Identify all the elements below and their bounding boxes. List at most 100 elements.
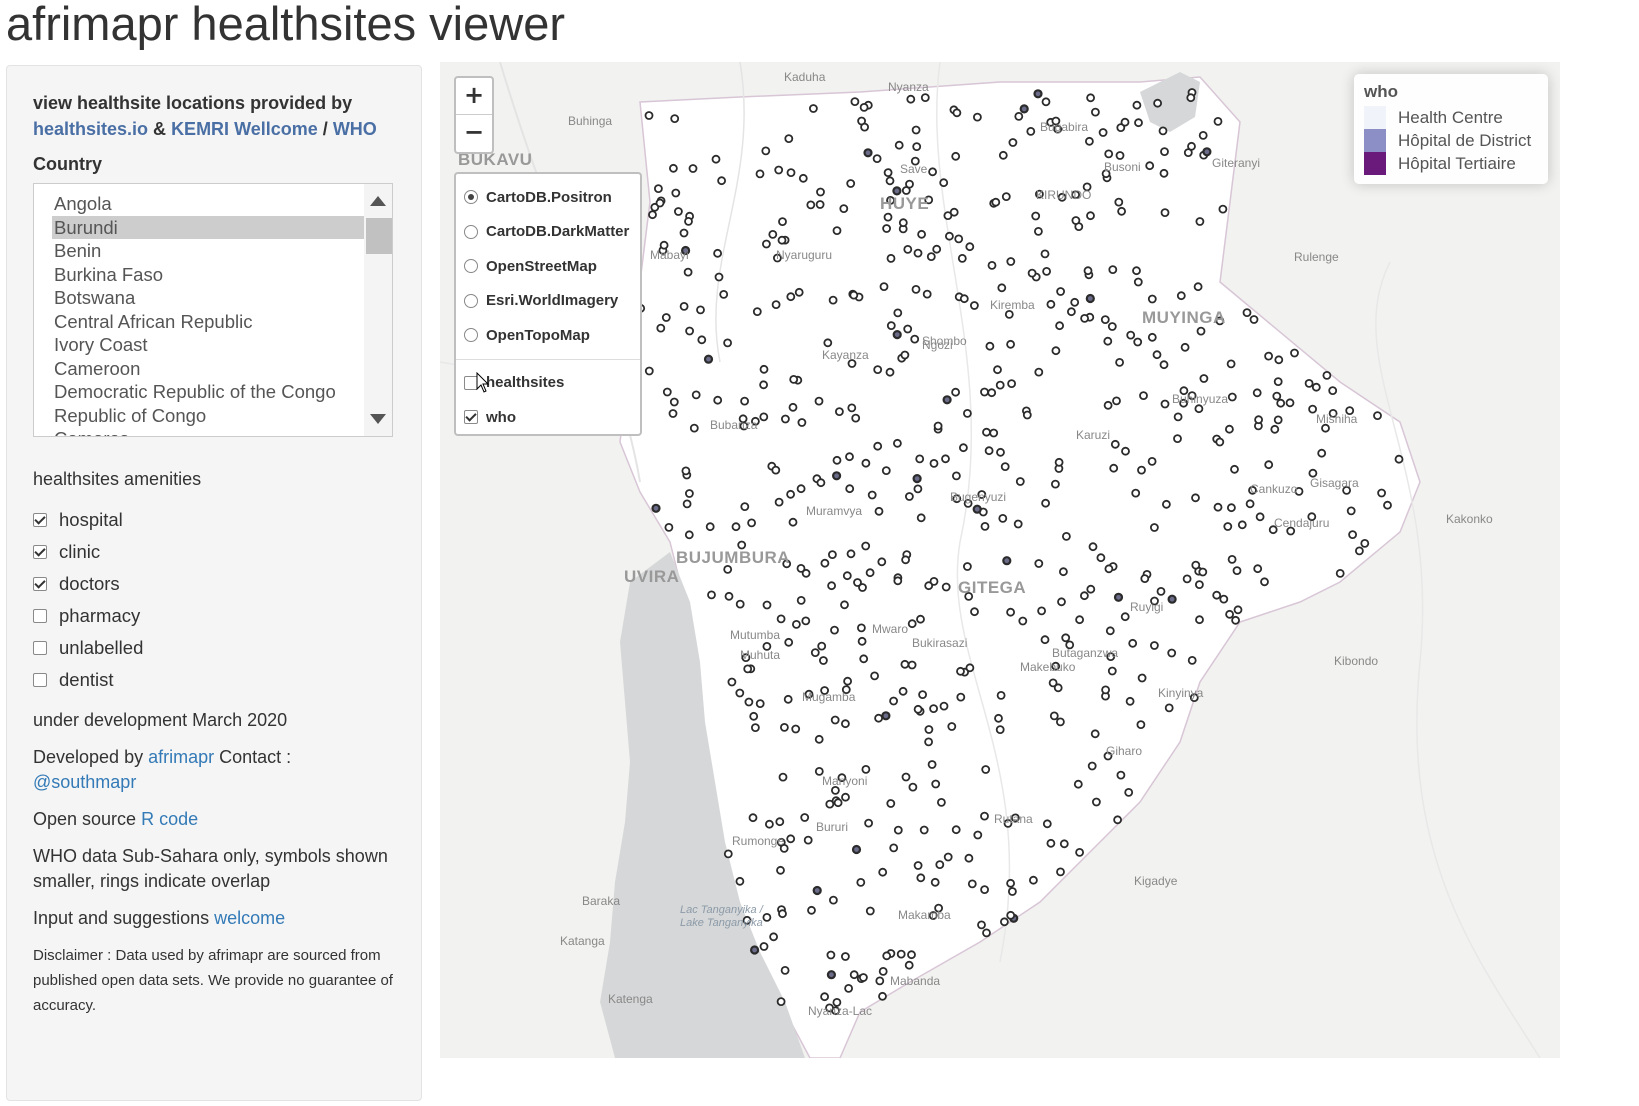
health-site-marker[interactable] — [691, 390, 701, 400]
health-site-marker[interactable] — [786, 292, 796, 302]
health-site-marker[interactable] — [776, 865, 785, 875]
health-site-marker[interactable] — [808, 104, 818, 113]
health-site-marker[interactable] — [995, 380, 1005, 390]
checkbox-icon[interactable] — [33, 577, 47, 591]
health-site-marker[interactable] — [1110, 439, 1120, 449]
health-site-marker[interactable] — [900, 350, 910, 360]
health-site-marker[interactable] — [870, 671, 880, 681]
health-site-marker[interactable] — [803, 835, 813, 845]
health-site-marker[interactable] — [911, 125, 921, 135]
health-site-marker[interactable] — [796, 596, 806, 605]
welcome-link[interactable]: welcome — [214, 908, 285, 928]
health-site-marker[interactable] — [778, 772, 788, 782]
health-site-marker[interactable] — [901, 555, 911, 565]
health-site-marker[interactable] — [1000, 917, 1009, 927]
health-site-marker[interactable] — [901, 772, 911, 782]
health-site-marker[interactable] — [1103, 400, 1113, 410]
health-site-marker[interactable] — [996, 691, 1006, 700]
health-site-marker[interactable] — [759, 364, 769, 374]
health-site-marker[interactable] — [1223, 522, 1233, 531]
health-site-marker[interactable] — [719, 289, 729, 299]
health-site-marker[interactable] — [1096, 553, 1106, 563]
health-site-marker[interactable] — [1260, 577, 1269, 587]
health-site-marker[interactable] — [1328, 386, 1338, 396]
health-site-marker[interactable] — [1085, 293, 1095, 304]
health-site-marker[interactable] — [778, 909, 787, 919]
health-site-marker[interactable] — [973, 112, 982, 122]
health-site-marker[interactable] — [873, 441, 883, 451]
health-site-marker[interactable] — [1317, 448, 1327, 458]
health-site-marker[interactable] — [1042, 266, 1051, 276]
health-site-marker[interactable] — [1304, 378, 1314, 388]
health-site-marker[interactable] — [670, 114, 680, 123]
health-site-marker[interactable] — [1034, 226, 1043, 236]
health-site-marker[interactable] — [1075, 615, 1084, 625]
health-site-marker[interactable] — [832, 471, 842, 481]
health-site-marker[interactable] — [1140, 574, 1150, 583]
health-site-marker[interactable] — [851, 413, 861, 423]
health-site-marker[interactable] — [1007, 379, 1016, 389]
base-layer-option[interactable]: CartoDB.Positron — [464, 180, 632, 215]
health-site-marker[interactable] — [841, 792, 850, 802]
health-site-marker[interactable] — [1180, 342, 1190, 352]
health-site-marker[interactable] — [1107, 322, 1117, 331]
health-site-marker[interactable] — [696, 305, 705, 315]
health-site-marker[interactable] — [927, 760, 937, 769]
health-site-marker[interactable] — [853, 578, 862, 587]
health-site-marker[interactable] — [1051, 346, 1061, 356]
country-option[interactable]: Benin — [52, 239, 364, 263]
health-site-marker[interactable] — [743, 664, 753, 674]
health-site-marker[interactable] — [863, 148, 873, 158]
health-site-marker[interactable] — [679, 228, 689, 238]
health-site-marker[interactable] — [800, 813, 810, 822]
health-site-marker[interactable] — [1264, 460, 1274, 470]
health-site-marker[interactable] — [786, 489, 796, 499]
health-site-marker[interactable] — [723, 338, 733, 348]
health-site-marker[interactable] — [913, 704, 923, 714]
health-site-marker[interactable] — [761, 239, 771, 249]
checkbox-icon[interactable] — [33, 545, 47, 559]
health-site-marker[interactable] — [713, 248, 723, 258]
health-site-marker[interactable] — [893, 825, 903, 835]
health-site-marker[interactable] — [864, 818, 874, 828]
health-site-marker[interactable] — [748, 813, 758, 823]
health-site-marker[interactable] — [878, 867, 888, 877]
health-site-marker[interactable] — [1067, 307, 1076, 317]
health-site-marker[interactable] — [994, 713, 1003, 723]
health-site-marker[interactable] — [832, 226, 842, 236]
health-site-marker[interactable] — [1015, 477, 1025, 486]
health-site-marker[interactable] — [1186, 93, 1196, 103]
health-site-marker[interactable] — [980, 811, 989, 821]
health-site-marker[interactable] — [910, 334, 920, 344]
health-site-marker[interactable] — [685, 326, 695, 336]
health-site-marker[interactable] — [684, 216, 693, 226]
health-site-marker[interactable] — [1086, 211, 1095, 221]
health-site-marker[interactable] — [860, 122, 870, 132]
health-site-marker[interactable] — [1042, 819, 1052, 829]
health-site-marker[interactable] — [916, 513, 926, 523]
health-site-marker[interactable] — [1054, 457, 1064, 467]
health-site-marker[interactable] — [989, 428, 999, 438]
health-site-marker[interactable] — [997, 283, 1007, 293]
health-site-marker[interactable] — [912, 142, 922, 151]
health-site-marker[interactable] — [1322, 370, 1332, 380]
country-select[interactable]: Angola Burundi Benin Burkina Faso Botswana Ce… — [33, 183, 393, 437]
health-site-marker[interactable] — [951, 825, 961, 835]
health-site-marker[interactable] — [671, 188, 681, 198]
health-site-marker[interactable] — [1226, 359, 1236, 369]
health-site-marker[interactable] — [861, 765, 871, 774]
country-option[interactable]: Democratic Republic of the Congo — [52, 380, 364, 404]
health-site-marker[interactable] — [1252, 388, 1262, 398]
health-site-marker[interactable] — [1225, 609, 1234, 619]
health-site-marker[interactable] — [1136, 720, 1146, 729]
health-site-marker[interactable] — [1147, 294, 1157, 304]
health-site-marker[interactable] — [1085, 136, 1094, 146]
health-site-marker[interactable] — [845, 452, 854, 462]
health-site-marker[interactable] — [1128, 638, 1138, 648]
zoom-in-button[interactable]: + — [456, 78, 492, 115]
health-site-marker[interactable] — [832, 455, 842, 465]
health-site-marker[interactable] — [771, 300, 781, 310]
health-site-marker[interactable] — [816, 478, 826, 488]
health-site-marker[interactable] — [1034, 367, 1044, 377]
health-site-marker[interactable] — [1150, 641, 1159, 650]
